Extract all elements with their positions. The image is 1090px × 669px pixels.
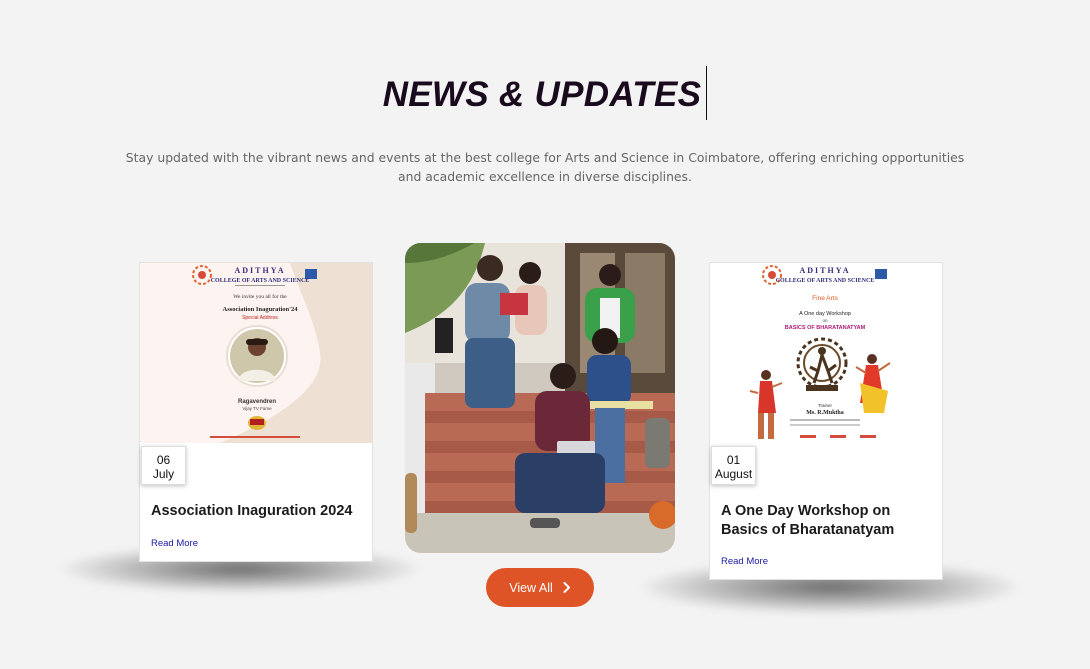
svg-text:on: on: [822, 318, 828, 323]
view-all-label: View All: [509, 580, 553, 595]
association-poster-image: ADITHYA COLLEGE OF ARTS AND SCIENCE We i…: [140, 263, 372, 443]
chevron-right-icon: [563, 582, 571, 593]
svg-text:Ms. R.Muktha: Ms. R.Muktha: [806, 410, 844, 416]
svg-text:Vijay TV Fame: Vijay TV Fame: [242, 406, 272, 411]
svg-text:COLLEGE OF ARTS AND SCIENCE: COLLEGE OF ARTS AND SCIENCE: [211, 278, 310, 284]
svg-text:BASICS OF BHARATANATYAM: BASICS OF BHARATANATYAM: [785, 325, 866, 331]
news-card-title[interactable]: Association Inaguration 2024: [151, 502, 362, 521]
read-more-link[interactable]: Read More: [721, 556, 768, 567]
news-card-title[interactable]: A One Day Workshop on Basics of Bharatan…: [721, 502, 932, 540]
svg-text:Fine Arts: Fine Arts: [812, 295, 838, 302]
svg-text:Special Address: Special Address: [242, 315, 278, 321]
section-title: NEWS & UPDATES: [383, 66, 708, 120]
students-photo: [405, 243, 675, 553]
svg-text:COLLEGE OF ARTS AND SCIENCE: COLLEGE OF ARTS AND SCIENCE: [776, 278, 875, 284]
date-month: August: [714, 467, 753, 481]
read-more-link[interactable]: Read More: [151, 538, 198, 549]
svg-text:We invite you all for the: We invite you all for the: [233, 293, 287, 300]
section-heading: NEWS & UPDATES: [0, 66, 1090, 120]
svg-text:ADITHYA: ADITHYA: [234, 266, 285, 275]
news-card-image[interactable]: ADITHYA COLLEGE OF ARTS AND SCIENCE Fine…: [710, 263, 942, 443]
date-month: July: [152, 467, 175, 481]
svg-text:Trainer: Trainer: [818, 403, 833, 408]
section-intro: Stay updated with the vibrant news and e…: [125, 150, 965, 184]
news-card-image[interactable]: ADITHYA COLLEGE OF ARTS AND SCIENCE We i…: [140, 263, 372, 443]
news-card[interactable]: ADITHYA COLLEGE OF ARTS AND SCIENCE We i…: [139, 262, 373, 562]
svg-text:A One day Workshop: A One day Workshop: [799, 311, 851, 317]
view-all-button[interactable]: View All: [486, 568, 594, 607]
news-updates-section: NEWS & UPDATES Stay updated with the vib…: [0, 0, 1090, 669]
svg-text:Ragavendren: Ragavendren: [238, 399, 276, 405]
students-studying-image: [405, 243, 675, 553]
svg-text:Association Inaguration'24: Association Inaguration'24: [223, 306, 299, 313]
news-card[interactable]: ADITHYA COLLEGE OF ARTS AND SCIENCE Fine…: [709, 262, 943, 580]
workshop-poster-image: ADITHYA COLLEGE OF ARTS AND SCIENCE Fine…: [710, 263, 942, 443]
svg-text:ADITHYA: ADITHYA: [799, 266, 850, 275]
date-day: 06: [156, 453, 171, 467]
date-day: 01: [726, 453, 741, 467]
date-badge: 01 August: [711, 446, 756, 485]
date-badge: 06 July: [141, 446, 186, 485]
